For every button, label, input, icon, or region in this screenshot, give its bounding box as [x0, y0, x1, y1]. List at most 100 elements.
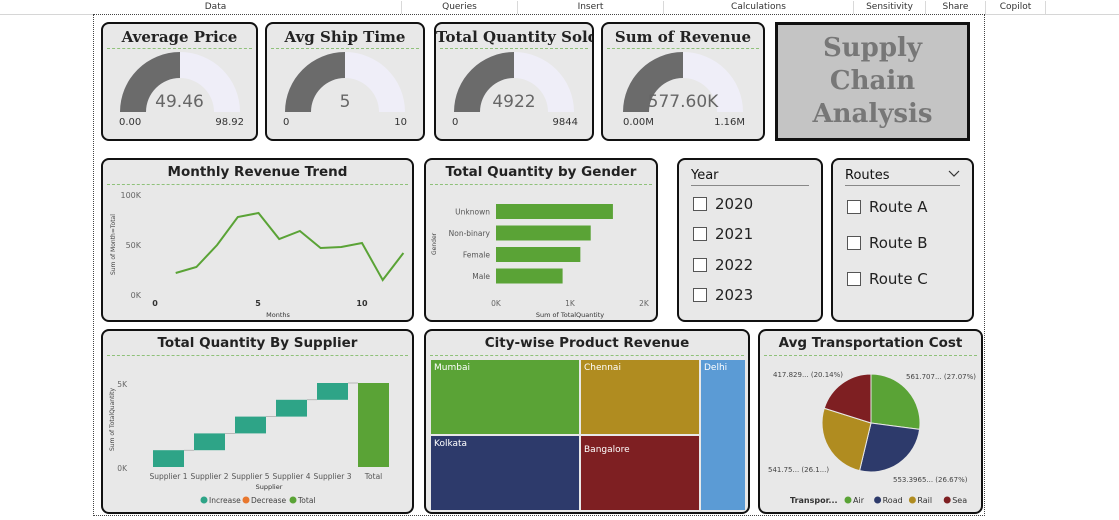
quantity-by-gender-chart[interactable]: Total Quantity by Gender Gender 0K 1K 2K… — [424, 158, 658, 322]
gender-bar[interactable] — [496, 204, 613, 219]
banner-line: Supply — [822, 33, 923, 63]
waterfall-bar[interactable] — [276, 399, 307, 417]
route-option-b[interactable]: Route B — [847, 234, 928, 252]
checkbox[interactable] — [693, 227, 707, 241]
x-axis-label: Months — [266, 311, 290, 319]
year-option-2021[interactable]: 2021 — [693, 225, 753, 243]
city-revenue-treemap[interactable]: City-wise Product Revenue Mumbai Chennai… — [424, 329, 750, 514]
legend-swatch — [908, 496, 916, 504]
checkbox[interactable] — [847, 236, 861, 250]
revenue-line — [175, 211, 405, 282]
tab-sensitivity[interactable]: Sensitivity — [854, 1, 926, 14]
gauge-max: 10 — [394, 117, 407, 128]
chevron-down-icon[interactable] — [948, 170, 960, 178]
checkbox[interactable] — [847, 200, 861, 214]
legend-total-swatch — [289, 496, 297, 504]
waterfall-chart: Sum of TotalQuantity 5K 0K Supplier Incr… — [109, 380, 389, 505]
treemap-tile-mumbai[interactable]: Mumbai — [430, 359, 580, 435]
treemap-tile-delhi[interactable]: Delhi — [700, 359, 746, 511]
y-tick: 0K — [131, 291, 142, 300]
gender-bar[interactable] — [496, 268, 563, 284]
gauge-max: 1.16M — [714, 117, 745, 128]
year-option-2023[interactable]: 2023 — [693, 286, 753, 304]
x-axis-label: Sum of TotalQuantity — [536, 311, 604, 319]
option-label: Route B — [869, 234, 928, 252]
category-label: Female — [463, 251, 491, 260]
tab-queries[interactable]: Queries — [402, 1, 518, 14]
tab-share[interactable]: Share — [926, 1, 986, 14]
routes-slicer[interactable]: Routes Route A Route B Route C — [831, 158, 974, 322]
ribbon: Data Queries Insert Calculations Sensiti… — [0, 0, 1119, 15]
route-option-a[interactable]: Route A — [847, 198, 928, 216]
kpi-value: 4922 — [492, 92, 536, 112]
legend-item: Sea — [952, 496, 967, 505]
gender-bar[interactable] — [496, 225, 591, 241]
category-label: Supplier 3 — [313, 472, 351, 481]
checkbox[interactable] — [693, 258, 707, 272]
x-tick: 0K — [491, 299, 502, 308]
waterfall-bar[interactable] — [317, 383, 348, 400]
title-banner: Supply Chain Analysis — [775, 22, 970, 141]
y-tick: 50K — [126, 241, 142, 250]
legend-increase-swatch — [200, 496, 208, 504]
slice-label: 561.707... (27.07%) — [906, 373, 976, 381]
checkbox[interactable] — [847, 272, 861, 286]
x-tick: 2K — [639, 299, 650, 308]
y-axis-label: Sum of TotalQuantity — [109, 388, 116, 451]
slice-label: 417.829... (20.14%) — [773, 371, 843, 379]
legend-increase: Increase — [209, 496, 241, 505]
kpi-sum-of-revenue[interactable]: Sum of Revenue 577.60K 0.00M 1.16M — [601, 22, 765, 141]
y-tick: 0K — [117, 464, 128, 473]
checkbox[interactable] — [693, 288, 707, 302]
category-label: Total — [364, 472, 383, 481]
option-label: 2023 — [715, 286, 754, 304]
route-option-c[interactable]: Route C — [847, 270, 928, 288]
option-label: 2022 — [715, 256, 754, 274]
slice-label: 553.3965... (26.67%) — [893, 476, 968, 484]
divider — [430, 355, 744, 356]
legend-decrease: Decrease — [251, 496, 287, 505]
x-tick: 5 — [255, 299, 261, 308]
quantity-by-supplier-chart[interactable]: Total Quantity By Supplier Sum of TotalQ… — [101, 329, 414, 514]
waterfall-bar[interactable] — [153, 450, 184, 467]
gender-bar[interactable] — [496, 247, 581, 262]
slice-label: 541.75... (26.1...) — [768, 466, 829, 474]
kpi-average-price[interactable]: Average Price 49.46 0.00 98.92 — [101, 22, 258, 141]
divider — [691, 185, 809, 186]
tab-insert[interactable]: Insert — [518, 1, 664, 14]
legend-item: Rail — [917, 496, 932, 505]
waterfall-bar[interactable] — [358, 383, 389, 467]
kpi-title: Sum of Revenue — [614, 28, 752, 46]
divider — [845, 185, 960, 186]
gauge-min: 0 — [452, 117, 459, 128]
year-option-2022[interactable]: 2022 — [693, 256, 753, 274]
treemap-tile-bangalore[interactable]: Bangalore — [580, 435, 700, 511]
kpi-avg-ship-time[interactable]: Avg Ship Time 5 0 10 — [265, 22, 425, 141]
banner-line: Chain — [829, 66, 916, 96]
kpi-title: Average Price — [121, 28, 238, 46]
avg-transport-cost-pie[interactable]: Avg Transportation Cost 561.707... (27.0… — [758, 329, 983, 514]
monthly-revenue-trend-chart[interactable]: Monthly Revenue Trend Sum of Month=Total… — [101, 158, 414, 322]
bar-chart: Gender 0K 1K 2K Sum of TotalQuantity Unk… — [431, 204, 650, 319]
kpi-value: 5 — [339, 92, 351, 112]
tab-copilot[interactable]: Copilot — [986, 1, 1046, 14]
treemap-tile-chennai[interactable]: Chennai — [580, 359, 700, 435]
checkbox[interactable] — [693, 197, 707, 211]
kpi-total-quantity-sold[interactable]: Total Quantity Sold 4922 0 9844 — [434, 22, 594, 141]
gauge-min: 0.00 — [119, 117, 142, 128]
kpi-value: 577.60K — [647, 92, 719, 112]
year-option-2020[interactable]: 2020 — [693, 195, 753, 213]
legend-title: Transpor... — [790, 496, 838, 505]
waterfall-bar[interactable] — [194, 433, 225, 451]
treemap-tile-kolkata[interactable]: Kolkata — [430, 435, 580, 511]
legend-swatch — [874, 496, 882, 504]
legend-item: Road — [883, 496, 903, 505]
waterfall-bar[interactable] — [235, 416, 266, 434]
tab-data[interactable]: Data — [30, 1, 402, 14]
tab-calculations[interactable]: Calculations — [664, 1, 854, 14]
year-slicer[interactable]: Year 2020 2021 2022 2023 — [677, 158, 823, 322]
gauge-max: 9844 — [552, 117, 578, 128]
pie-slice-air[interactable] — [870, 373, 921, 430]
pie-chart: 561.707... (27.07%) 553.3965... (26.67%)… — [768, 371, 976, 505]
legend-decrease-swatch — [242, 496, 250, 504]
